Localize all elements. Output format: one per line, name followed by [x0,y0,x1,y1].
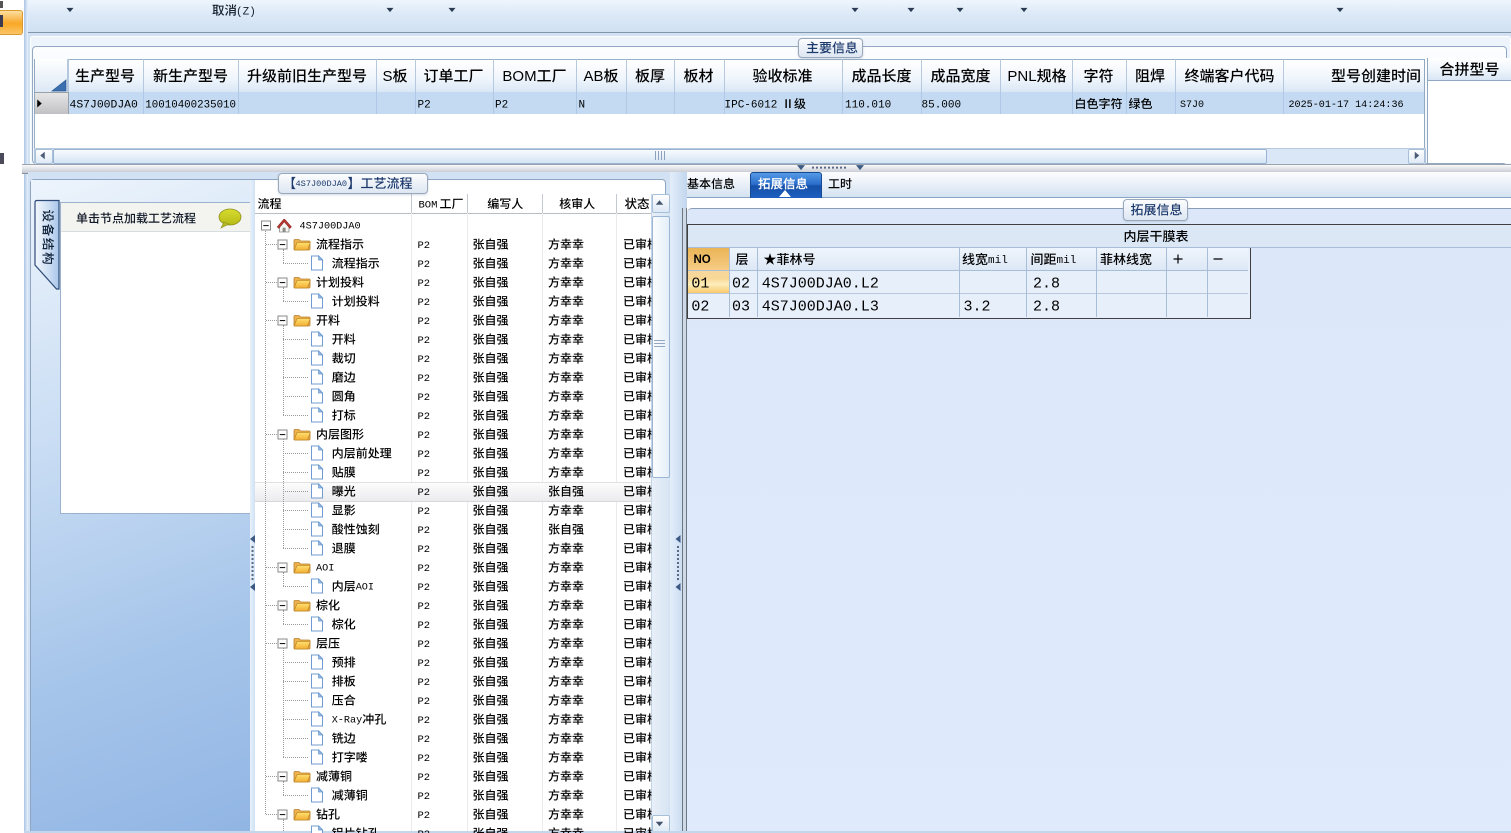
svg-text:P2: P2 [418,430,431,442]
svg-text:P2: P2 [418,392,431,404]
svg-text:P2: P2 [418,525,431,537]
svg-text:X-Ray: X-Ray [332,716,363,727]
svg-text:2.8: 2.8 [1033,298,1060,315]
svg-text:85.000: 85.000 [922,99,962,111]
svg-text:P2: P2 [418,829,431,833]
svg-text:(Z): (Z) [236,6,256,18]
svg-text:P2: P2 [418,544,431,556]
svg-text:4S7J00DJA0.L2: 4S7J00DJA0.L2 [762,275,879,292]
svg-text:P2: P2 [495,99,508,111]
svg-text:IPC-6012: IPC-6012 [725,99,778,111]
svg-text:P2: P2 [418,259,431,271]
svg-text:2025-01-17 14:24:36: 2025-01-17 14:24:36 [1289,100,1404,111]
svg-text:S: S [383,68,393,85]
svg-text:P2: P2 [418,506,431,518]
svg-text:mil: mil [988,255,1008,267]
svg-text:4S7J00DJA0: 4S7J00DJA0 [300,222,361,233]
svg-text:P2: P2 [418,677,431,689]
svg-text:03: 03 [732,298,750,315]
svg-text:4S7J00DJA0: 4S7J00DJA0 [70,100,139,112]
svg-text:BOM: BOM [502,68,536,85]
svg-text:S7J0: S7J0 [1180,100,1204,111]
svg-text:AOI: AOI [356,583,374,594]
svg-text:P2: P2 [418,99,431,111]
svg-text:AOI: AOI [316,564,334,575]
svg-text:P2: P2 [418,487,431,499]
svg-text:BOM: BOM [419,199,438,211]
svg-text:P2: P2 [418,563,431,575]
svg-text:P2: P2 [418,753,431,765]
svg-text:10010400235010: 10010400235010 [145,99,236,111]
svg-text:3.2: 3.2 [964,298,991,315]
svg-text:P2: P2 [418,772,431,784]
svg-text:2.8: 2.8 [1033,275,1060,292]
svg-text:P2: P2 [418,297,431,309]
svg-text:P2: P2 [418,715,431,727]
svg-text:P2: P2 [418,278,431,290]
svg-text:P2: P2 [418,601,431,613]
svg-text:01: 01 [691,275,709,292]
svg-text:P2: P2 [418,658,431,670]
svg-text:02: 02 [691,298,709,315]
svg-text:P2: P2 [418,810,431,822]
svg-text:P2: P2 [418,411,431,423]
svg-text:P2: P2 [418,639,431,651]
svg-text:P2: P2 [418,734,431,746]
svg-text:mil: mil [1057,255,1077,267]
svg-text:P2: P2 [418,791,431,803]
svg-text:PNL: PNL [1007,68,1036,85]
svg-text:P2: P2 [418,468,431,480]
svg-text:P2: P2 [418,582,431,594]
svg-text:P2: P2 [418,335,431,347]
svg-text:AB: AB [584,68,604,85]
svg-text:P2: P2 [418,620,431,632]
svg-text:4S7J00DJA0.L3: 4S7J00DJA0.L3 [762,298,879,315]
svg-text:4S7J00DJA0: 4S7J00DJA0 [296,179,348,189]
svg-text:110.010: 110.010 [845,99,891,111]
svg-text:P2: P2 [418,354,431,366]
svg-text:P2: P2 [418,373,431,385]
svg-text:02: 02 [732,275,750,292]
svg-text:NO: NO [694,254,711,266]
svg-text:P2: P2 [418,449,431,461]
svg-text:P2: P2 [418,316,431,328]
svg-text:P2: P2 [418,696,431,708]
svg-text:P2: P2 [418,240,431,252]
svg-text:N: N [579,99,586,111]
